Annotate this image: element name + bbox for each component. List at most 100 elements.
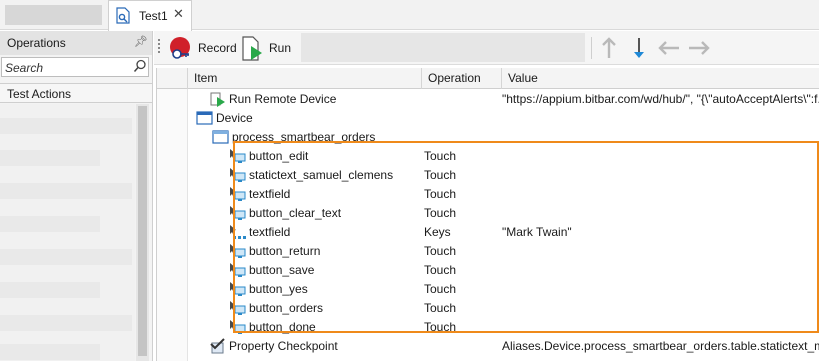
list-item[interactable] xyxy=(0,282,100,298)
tab-placeholder[interactable] xyxy=(5,5,102,25)
item-name: statictext_samuel_clemens xyxy=(249,168,394,182)
checkpoint-icon xyxy=(210,338,225,354)
operations-header: Operations 📌︎ xyxy=(0,31,152,55)
item-name: Run Remote Device xyxy=(229,92,337,106)
record-icon xyxy=(170,37,190,59)
table-row[interactable]: ⌵Device xyxy=(189,109,819,128)
operation-cell: Touch xyxy=(424,320,457,334)
list-item[interactable] xyxy=(0,315,132,331)
item-name: button_edit xyxy=(249,149,309,163)
toolbar: Record Run xyxy=(154,31,819,65)
search-placeholder: Search xyxy=(5,61,44,75)
table-row[interactable]: button_done Touch xyxy=(189,318,819,337)
operation-cell: Touch xyxy=(424,187,457,201)
table-row[interactable]: ⌵process_smartbear_orders xyxy=(189,128,819,147)
header-gutter xyxy=(157,68,188,89)
toolbar-field[interactable] xyxy=(301,33,585,62)
move-down-icon[interactable] xyxy=(627,36,651,60)
move-up-icon[interactable] xyxy=(597,36,621,60)
operation-cell: Touch xyxy=(424,244,457,258)
column-header-item[interactable]: Item xyxy=(188,68,422,89)
item-name: Property Checkpoint xyxy=(229,339,338,353)
operation-cell: Touch xyxy=(424,206,457,220)
operations-panel: Operations 📌︎ Search Test Actions xyxy=(0,31,153,361)
item-name: textfield xyxy=(249,187,291,201)
operation-cell: Touch xyxy=(424,263,457,277)
touch-icon xyxy=(230,206,246,220)
table-row[interactable]: Property Checkpoint Aliases.Device.proces… xyxy=(189,337,819,356)
item-name: textfield xyxy=(249,225,291,239)
tab-label: Test1 xyxy=(139,9,168,23)
close-icon[interactable]: ✕ xyxy=(173,6,184,22)
list-item[interactable] xyxy=(0,150,100,166)
item-name: button_return xyxy=(249,244,321,258)
value-cell[interactable]: "Mark Twain" xyxy=(502,225,819,239)
test-file-icon xyxy=(116,7,130,24)
search-icon[interactable] xyxy=(133,59,147,74)
record-label: Record xyxy=(198,41,237,55)
table-row[interactable]: button_save Touch xyxy=(189,261,819,280)
table-row[interactable]: button_clear_text Touch xyxy=(189,204,819,223)
run-icon xyxy=(242,36,262,61)
operation-cell: Keys xyxy=(424,225,451,239)
category-label: Test Actions xyxy=(7,87,72,101)
table-row[interactable]: button_edit Touch xyxy=(189,147,819,166)
touch-icon xyxy=(230,168,246,182)
toolbar-grip[interactable] xyxy=(158,39,161,57)
category-test-actions[interactable]: Test Actions xyxy=(0,83,152,103)
item-name: button_done xyxy=(249,320,316,334)
test-tree-grid: Item Operation Value Run Remote Device "h… xyxy=(156,68,819,361)
list-item[interactable] xyxy=(0,216,100,232)
touch-icon xyxy=(230,187,246,201)
list-item[interactable] xyxy=(0,118,132,134)
operation-cell: Touch xyxy=(424,282,457,296)
table-row[interactable]: Run Remote Device "https://appium.bitbar.… xyxy=(189,90,819,109)
item-name: Device xyxy=(216,111,253,125)
table-row[interactable]: button_orders Touch xyxy=(189,299,819,318)
list-item[interactable] xyxy=(0,344,100,360)
table-row[interactable]: button_return Touch xyxy=(189,242,819,261)
touch-icon xyxy=(230,301,246,315)
grid-header: Item Operation Value xyxy=(157,68,819,89)
column-header-operation[interactable]: Operation xyxy=(422,68,502,89)
scrollbar[interactable] xyxy=(136,104,149,361)
record-button[interactable]: Record xyxy=(168,34,238,62)
scrollbar-thumb[interactable] xyxy=(138,106,147,356)
move-left-icon[interactable] xyxy=(657,36,681,60)
run-button[interactable]: Run xyxy=(241,34,297,62)
item-name: button_save xyxy=(249,263,315,277)
list-item[interactable] xyxy=(0,183,132,199)
item-name: process_smartbear_orders xyxy=(232,130,376,144)
touch-icon xyxy=(230,320,246,334)
table-row[interactable]: button_yes Touch xyxy=(189,280,819,299)
item-name: button_yes xyxy=(249,282,308,296)
pin-icon[interactable]: 📌︎ xyxy=(134,35,148,48)
row-gutter xyxy=(157,89,188,361)
table-row[interactable]: statictext_samuel_clemens Touch xyxy=(189,166,819,185)
touch-icon xyxy=(230,244,246,258)
item-name: button_orders xyxy=(249,301,324,315)
tab-strip: Test1 ✕ xyxy=(0,0,819,31)
tab-test1[interactable]: Test1 ✕ xyxy=(108,0,192,31)
toolbar-separator xyxy=(591,37,592,59)
operation-cell: Touch xyxy=(424,168,457,182)
value-cell[interactable]: "https://appium.bitbar.com/wd/hub/", "{\… xyxy=(502,92,819,106)
run-label: Run xyxy=(269,41,292,55)
move-right-icon[interactable] xyxy=(687,36,711,60)
table-row[interactable]: textfield Touch xyxy=(189,185,819,204)
window-icon xyxy=(212,130,229,144)
operations-list xyxy=(0,104,135,361)
touch-icon xyxy=(230,282,246,296)
item-name: button_clear_text xyxy=(249,206,342,220)
table-row[interactable]: textfield Keys "Mark Twain" xyxy=(189,223,819,242)
operation-cell: Touch xyxy=(424,301,457,315)
value-cell[interactable]: Aliases.Device.process_smartbear_orders.… xyxy=(502,339,819,353)
device-icon xyxy=(196,111,213,125)
touch-icon xyxy=(230,149,246,163)
column-header-value[interactable]: Value xyxy=(502,68,819,89)
search-input[interactable]: Search xyxy=(1,57,149,77)
panel-title: Operations xyxy=(7,36,66,50)
list-item[interactable] xyxy=(0,249,132,265)
operation-cell: Touch xyxy=(424,149,457,163)
keys-icon xyxy=(230,225,246,239)
